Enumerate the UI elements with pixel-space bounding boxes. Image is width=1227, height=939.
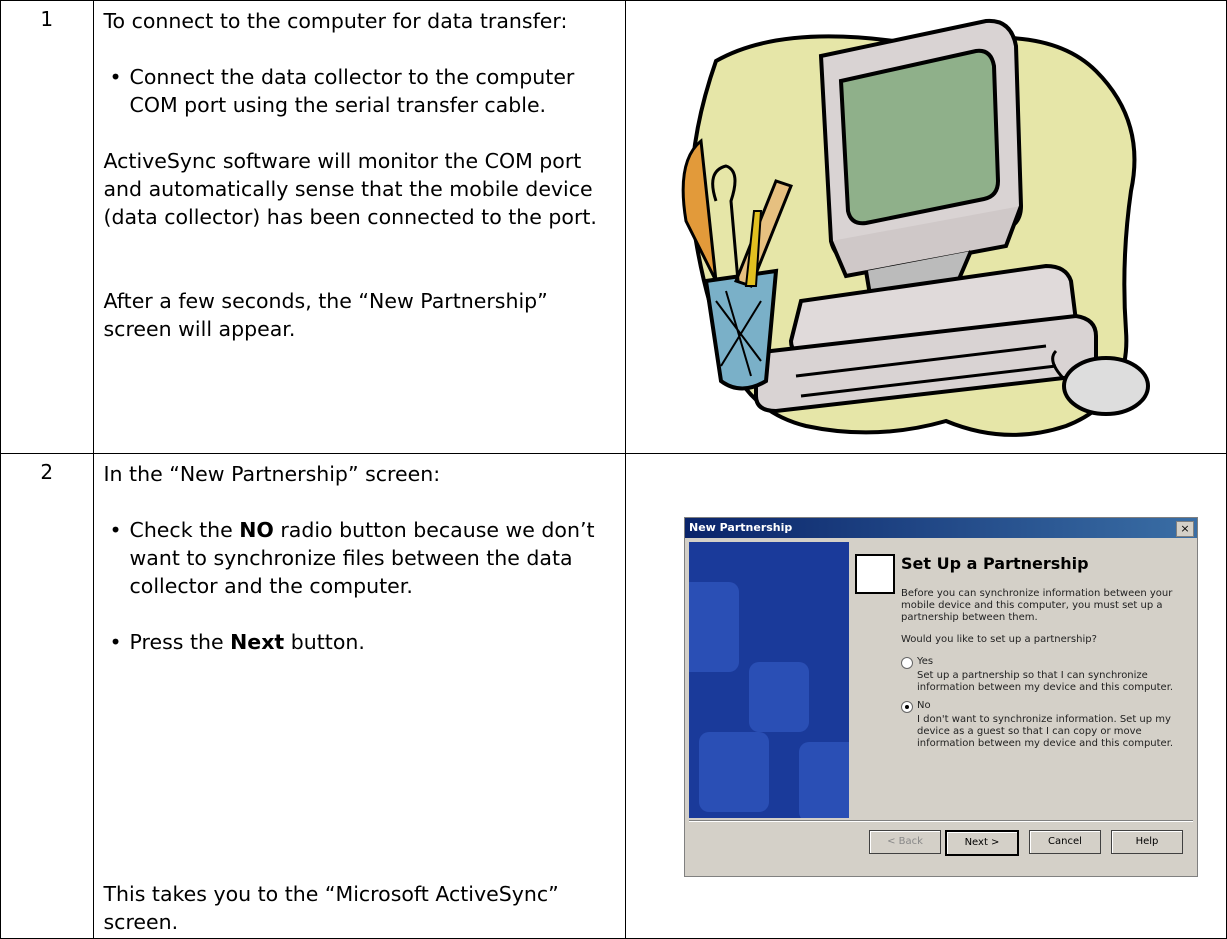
bullet-list: • Connect the data collector to the comp…	[104, 63, 615, 119]
step-text-cell: In the “New Partnership” screen: • Check…	[92, 453, 626, 939]
help-button[interactable]: Help	[1111, 830, 1183, 854]
new-partnership-dialog: New Partnership × Set Up a Partnership B…	[684, 517, 1198, 877]
bullet-glyph: •	[109, 518, 122, 542]
dialog-intro: Before you can synchronize information b…	[901, 588, 1173, 623]
bullet-item: • Check the NO radio button because we d…	[110, 516, 615, 600]
dialog-separator	[689, 820, 1193, 822]
yes-radio[interactable]	[901, 657, 913, 669]
step-row: 1 To connect to the computer for data tr…	[0, 0, 1227, 454]
yes-label: Yes	[917, 656, 934, 667]
back-button[interactable]: < Back	[869, 830, 941, 854]
dialog-heading: Set Up a Partnership	[901, 554, 1089, 573]
bullet-glyph: •	[109, 65, 122, 89]
bullet-list: • Press the Next button.	[104, 628, 615, 656]
no-label: No	[917, 700, 931, 711]
paragraph: ActiveSync software will monitor the COM…	[103, 149, 597, 229]
paragraph: This takes you to the “Microsoft ActiveS…	[103, 882, 559, 934]
yes-description: Set up a partnership so that I can synch…	[917, 670, 1174, 693]
wizard-banner	[689, 542, 849, 818]
dialog-question: Would you like to set up a partnership?	[901, 634, 1097, 645]
bullet-text-post: button.	[284, 630, 365, 654]
image-cell	[624, 0, 1227, 454]
bullet-text-pre: Check the	[129, 518, 240, 542]
bullet-text-bold: NO	[239, 518, 274, 542]
cancel-button[interactable]: Cancel	[1029, 830, 1101, 854]
sync-icon	[855, 554, 895, 594]
bullet-text: Connect the data collector to the comput…	[129, 65, 575, 117]
step-number: 2	[40, 460, 54, 484]
document-page: 1 To connect to the computer for data tr…	[0, 0, 1227, 939]
step-heading: To connect to the computer for data tran…	[103, 9, 568, 33]
no-description: I don't want to synchronize information.…	[917, 714, 1174, 749]
close-icon[interactable]: ×	[1176, 521, 1194, 537]
bullet-text-bold: Next	[230, 630, 285, 654]
step-text-cell: To connect to the computer for data tran…	[92, 0, 626, 454]
bullet-list: • Check the NO radio button because we d…	[104, 516, 615, 600]
step-heading: In the “New Partnership” screen:	[103, 462, 441, 486]
step-number-cell: 2	[0, 453, 94, 939]
next-button[interactable]: Next >	[945, 830, 1019, 856]
bullet-text-pre: Press the	[129, 630, 231, 654]
step-number: 1	[40, 7, 54, 31]
computer-clipart	[681, 18, 1150, 437]
bullet-item: • Press the Next button.	[110, 628, 615, 656]
step-number-cell: 1	[0, 0, 94, 454]
no-radio[interactable]	[901, 701, 913, 713]
bullet-glyph: •	[109, 630, 122, 654]
dialog-title: New Partnership	[685, 518, 1197, 538]
bullet-item: • Connect the data collector to the comp…	[110, 63, 615, 119]
paragraph: After a few seconds, the “New Partnershi…	[103, 289, 548, 341]
